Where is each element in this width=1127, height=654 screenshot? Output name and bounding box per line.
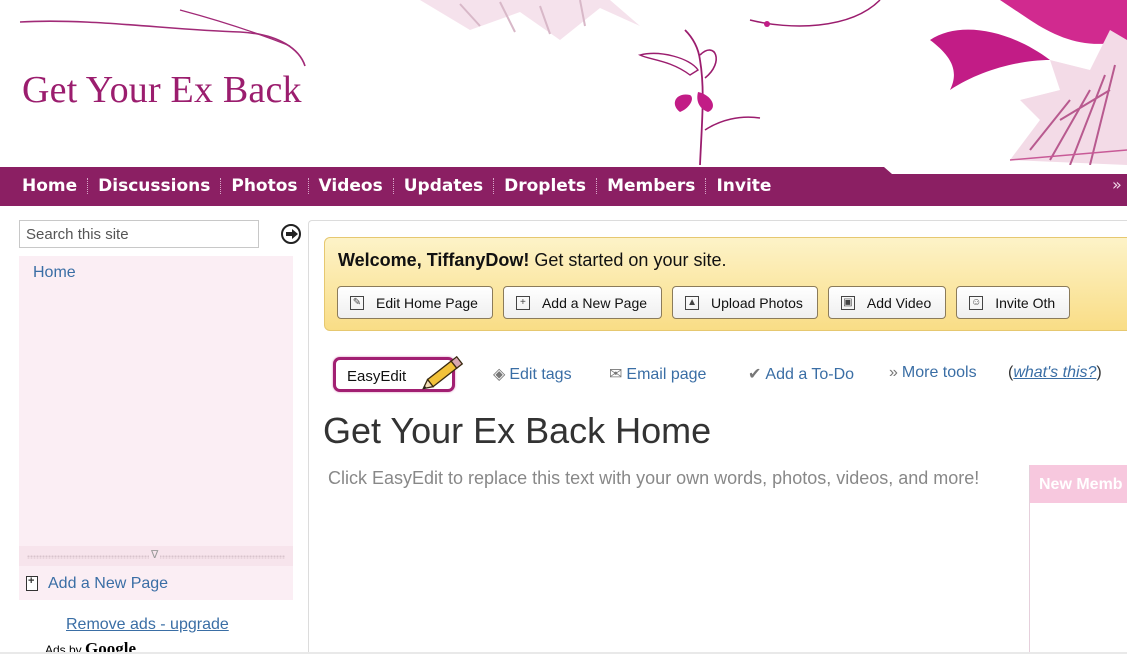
edit-home-page-label: Edit Home Page [376,294,478,311]
search-row [19,218,301,250]
pencil-icon [422,355,464,390]
sidebar-add-page[interactable]: Add a New Page [19,566,293,600]
welcome-text: Welcome, TiffanyDow! Get started on your… [338,250,726,271]
nav-item-photos[interactable]: Photos [221,176,307,196]
new-members-heading: New Memb [1030,465,1127,503]
nav-items: Home Discussions Photos Videos Updates D… [0,173,781,199]
add-new-page-button[interactable]: + Add a New Page [502,286,663,319]
sidebar-resize-handle[interactable]: ∇ [19,546,293,566]
sidebar-page-list: Home [19,256,293,546]
invite-others-button[interactable]: ☺ Invite Oth [956,286,1071,319]
welcome-greeting: Welcome, TiffanyDow! [338,250,530,270]
nav-item-videos[interactable]: Videos [309,176,393,196]
whats-this-help: (what's this?) [1008,364,1102,381]
page-title: Get Your Ex Back Home [323,410,712,451]
easyedit-button[interactable]: EasyEdit [333,355,464,392]
welcome-panel: Welcome, TiffanyDow! Get started on your… [324,237,1127,331]
edit-tags-link[interactable]: ◈ Edit tags [493,364,572,384]
site-header: Get Your Ex Back [0,0,1127,165]
nav-item-home[interactable]: Home [0,176,87,196]
edit-tags-label: Edit tags [509,366,572,383]
nav-more-chevron-icon[interactable]: » [1112,175,1122,194]
easyedit-label: EasyEdit [347,368,407,385]
page-body-text: Click EasyEdit to replace this text with… [328,468,980,488]
main-nav: Home Discussions Photos Videos Updates D… [0,165,1127,206]
add-page-icon: + [515,295,530,310]
person-icon: ☺ [969,295,984,310]
tag-icon: ◈ [493,366,506,383]
checkmark-icon: ✔ [748,366,762,383]
double-chevron-icon: » [889,364,898,381]
chevron-down-icon: ∇ [149,548,161,561]
add-video-button[interactable]: ▣ Add Video [827,286,947,319]
video-icon: ▣ [840,295,855,310]
email-icon: ✉ [609,366,623,383]
nav-item-members[interactable]: Members [597,176,705,196]
add-todo-link[interactable]: ✔ Add a To-Do [748,364,854,384]
add-page-icon [26,575,38,591]
welcome-message: Get started on your site. [529,250,727,270]
nav-item-invite[interactable]: Invite [706,176,781,196]
photo-icon: ▲ [685,295,700,310]
remove-ads-link[interactable]: Remove ads - upgrade [66,616,229,634]
welcome-actions: ✎ Edit Home Page + Add a New Page ▲ Upload … [337,286,1080,319]
nav-item-discussions[interactable]: Discussions [88,176,220,196]
upload-photos-button[interactable]: ▲ Upload Photos [672,286,818,319]
add-video-label: Add Video [866,294,932,311]
email-page-link[interactable]: ✉ Email page [609,364,706,384]
invite-others-label: Invite Oth [995,294,1056,311]
edit-home-page-button[interactable]: ✎ Edit Home Page [337,286,493,319]
more-tools-link[interactable]: » More tools [889,364,977,382]
email-page-label: Email page [626,366,707,383]
sidebar-item-home[interactable]: Home [33,264,76,282]
site-title[interactable]: Get Your Ex Back [22,68,302,112]
upload-photos-label: Upload Photos [711,294,803,311]
add-new-page-label: Add a New Page [541,294,648,311]
add-todo-label: Add a To-Do [765,366,855,383]
nav-item-droplets[interactable]: Droplets [494,176,596,196]
page: Get Your Ex Back Home Discussions Photos… [0,0,1127,654]
more-tools-label: More tools [901,364,977,381]
search-input[interactable] [19,220,259,248]
new-members-module: New Memb [1029,465,1127,654]
edit-icon: ✎ [350,295,364,310]
nav-item-updates[interactable]: Updates [394,176,493,196]
add-page-link[interactable]: Add a New Page [48,575,168,593]
whats-this-link[interactable]: what's this? [1013,364,1096,381]
sidebar: Home ∇ Add a New Page Remove ads - upgra… [19,218,301,654]
search-go-arrow-icon[interactable] [281,224,301,244]
